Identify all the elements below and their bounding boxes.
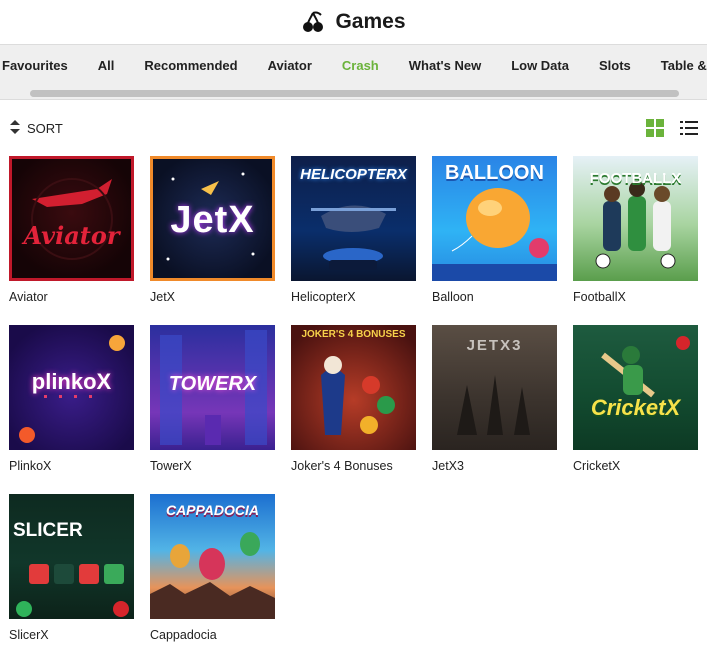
tabs-scrollbar[interactable] [30, 90, 679, 97]
game-name: PlinkoX [9, 459, 52, 473]
game-name: FootballX [573, 290, 626, 304]
page-header: Games [0, 0, 707, 44]
game-thumbnail-footballx[interactable]: FOOTBALLX [573, 156, 698, 281]
game-name: CricketX [573, 459, 621, 473]
game-card-aviator[interactable]: Aviator Aviator [9, 156, 134, 325]
tab-table-casino[interactable]: Table & Ca [646, 58, 707, 73]
tab-aviator[interactable]: Aviator [253, 58, 327, 73]
game-name: Joker's 4 Bonuses [291, 459, 393, 473]
category-tabs: Favourites All Recommended Aviator Crash… [2, 45, 707, 85]
game-art-text: JETX3 [466, 337, 523, 354]
game-thumbnail-cappadocia[interactable]: CAPPADOCIA [150, 494, 275, 619]
game-card-helicopterx[interactable]: HELICOPTERX HelicopterX [291, 156, 416, 325]
tab-favourites[interactable]: Favourites [2, 58, 83, 73]
game-name: Cappadocia [150, 628, 217, 642]
game-thumbnail-balloon[interactable]: BALLOON [432, 156, 557, 281]
game-thumbnail-slicerx[interactable]: SLICER [9, 494, 134, 619]
sort-label: SORT [27, 121, 63, 136]
game-card-jetx3[interactable]: JETX3 JetX3 [432, 325, 557, 494]
tab-whats-new[interactable]: What's New [394, 58, 496, 73]
game-thumbnail-towerx[interactable]: TOWERX [150, 325, 275, 450]
game-thumbnail-helicopterx[interactable]: HELICOPTERX [291, 156, 416, 281]
list-view-icon[interactable] [680, 119, 698, 137]
game-name: SlicerX [9, 628, 49, 642]
tab-all[interactable]: All [83, 58, 130, 73]
tab-crash[interactable]: Crash [327, 58, 394, 73]
game-card-footballx[interactable]: FOOTBALLX FootballX [573, 156, 698, 325]
game-name: Balloon [432, 290, 474, 304]
cherries-icon [301, 10, 325, 34]
game-card-plinkox[interactable]: plinkoX PlinkoX [9, 325, 134, 494]
game-card-jokers-4-bonuses[interactable]: JOKER'S 4 BONUSES Joker's 4 Bonuses [291, 325, 416, 494]
game-art-text: HELICOPTERX [300, 166, 407, 183]
tabs-scrollbar-thumb[interactable] [30, 90, 679, 97]
game-art-text: JetX [170, 199, 255, 241]
game-thumbnail-jetx3[interactable]: JETX3 [432, 325, 557, 450]
game-card-towerx[interactable]: TOWERX TowerX [150, 325, 275, 494]
game-art-text: plinkoX [31, 369, 112, 394]
game-art-text: SLICER [13, 520, 83, 541]
game-card-cappadocia[interactable]: CAPPADOCIA Cappadocia [150, 494, 275, 663]
game-art-text: FOOTBALLX [589, 170, 682, 187]
game-art-text: JOKER'S 4 BONUSES [301, 329, 406, 340]
tab-low-data[interactable]: Low Data [496, 58, 584, 73]
game-thumbnail-cricketx[interactable]: CricketX [573, 325, 698, 450]
game-art-text: TOWERX [168, 373, 257, 395]
page-title: Games [335, 10, 406, 33]
game-art-text: CricketX [590, 395, 681, 420]
game-art-text: CAPPADOCIA [165, 502, 260, 518]
category-tabbar: Favourites All Recommended Aviator Crash… [0, 44, 707, 100]
sort-button[interactable]: SORT [10, 120, 63, 137]
game-thumbnail-jokers-4-bonuses[interactable]: JOKER'S 4 BONUSES [291, 325, 416, 450]
game-thumbnail-jetx[interactable]: JetX [150, 156, 275, 281]
tab-slots[interactable]: Slots [584, 58, 646, 73]
game-name: TowerX [150, 459, 192, 473]
grid-view-icon[interactable] [646, 119, 664, 137]
game-thumbnail-plinkox[interactable]: plinkoX [9, 325, 134, 450]
games-grid: Aviator Aviator JetX JetX HELICOPTERX He… [9, 156, 698, 663]
game-name: HelicopterX [291, 290, 356, 304]
game-card-balloon[interactable]: BALLOON Balloon [432, 156, 557, 325]
game-name: JetX3 [432, 459, 464, 473]
game-card-jetx[interactable]: JetX JetX [150, 156, 275, 325]
toolbar: SORT [0, 100, 707, 160]
game-art-text: BALLOON [445, 162, 544, 184]
game-thumbnail-aviator[interactable]: Aviator [9, 156, 134, 281]
game-name: JetX [150, 290, 176, 304]
sort-arrows-icon [10, 120, 20, 137]
game-card-slicerx[interactable]: SLICER SlicerX [9, 494, 134, 663]
tab-recommended[interactable]: Recommended [129, 58, 252, 73]
game-card-cricketx[interactable]: CricketX CricketX [573, 325, 698, 494]
game-name: Aviator [9, 290, 48, 304]
game-art-text: Aviator [23, 221, 120, 250]
